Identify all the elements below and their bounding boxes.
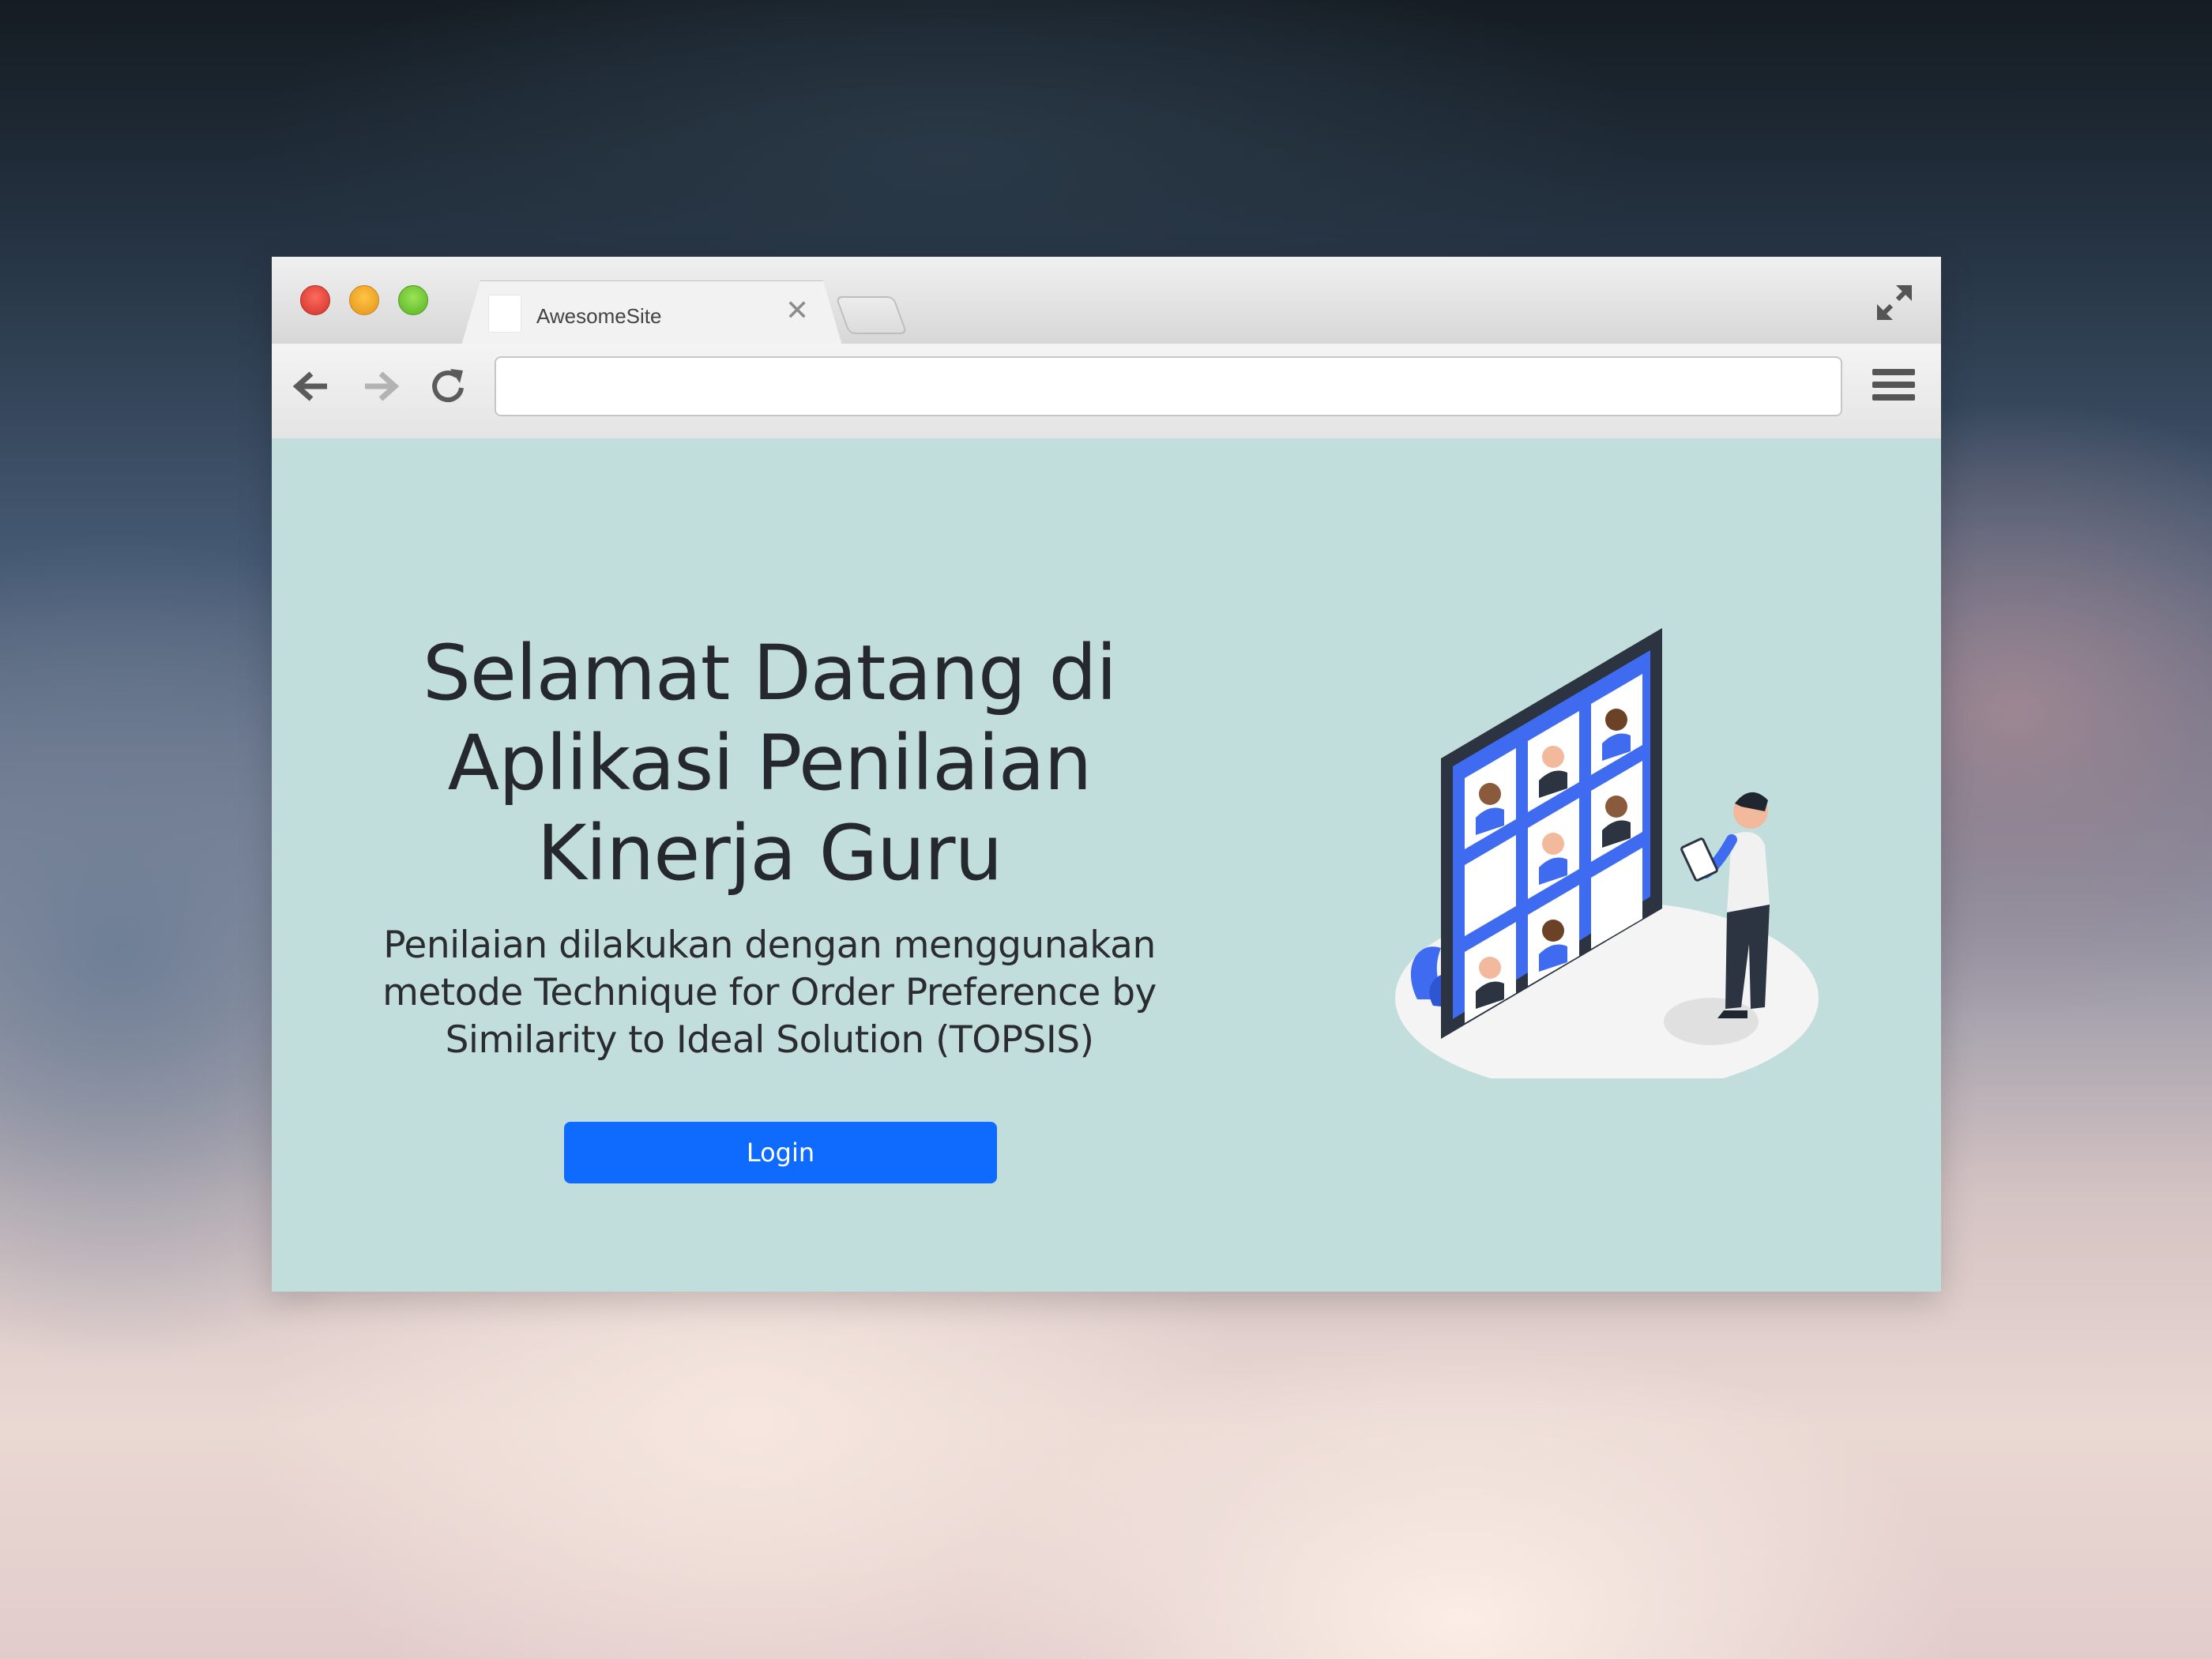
teacher-evaluation-illustration	[1395, 628, 1819, 1078]
browser-window: AwesomeSite ✕ Selamat Datang di Aplikasi	[272, 257, 1941, 1292]
page-title: Selamat Datang di Aplikasi Penilaian Kin…	[422, 629, 1117, 897]
browser-tab-bar: AwesomeSite ✕	[272, 257, 1941, 345]
hamburger-menu-icon[interactable]	[1872, 369, 1915, 405]
minimize-window-button[interactable]	[349, 285, 379, 315]
favicon-icon	[489, 295, 521, 332]
address-bar[interactable]	[495, 356, 1842, 416]
tab-title: AwesomeSite	[536, 304, 662, 328]
zoom-window-button[interactable]	[398, 285, 428, 315]
new-tab-button[interactable]	[835, 296, 908, 334]
page-subtitle: Penilaian dilakukan dengan menggunakan m…	[382, 924, 1157, 1062]
reload-icon[interactable]	[427, 364, 471, 408]
arrow-left-icon[interactable]	[289, 364, 333, 408]
arrow-right-icon[interactable]	[359, 364, 403, 408]
expand-icon[interactable]	[1872, 280, 1917, 325]
browser-toolbar	[272, 344, 1941, 439]
tab-close-icon[interactable]: ✕	[785, 297, 809, 325]
login-button[interactable]: Login	[564, 1122, 997, 1183]
page-content: Selamat Datang di Aplikasi Penilaian Kin…	[272, 438, 1941, 1292]
close-window-button[interactable]	[300, 285, 330, 315]
